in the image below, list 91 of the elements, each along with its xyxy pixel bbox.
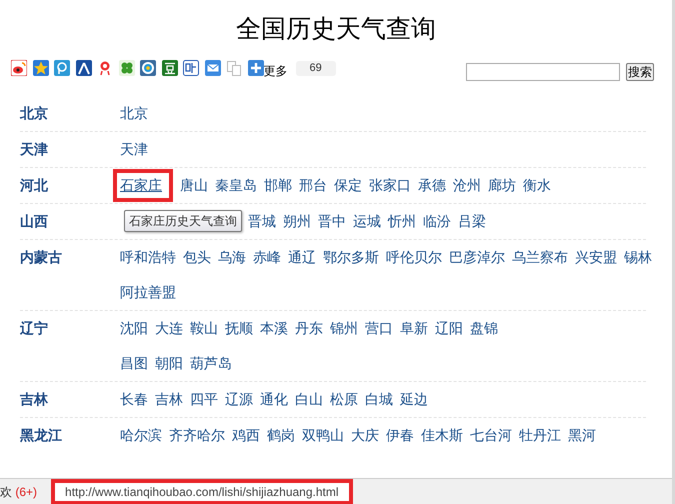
city-link[interactable]: 辽源	[225, 389, 253, 410]
city-link[interactable]: 锦州	[330, 318, 358, 339]
city-link[interactable]: 鹤岗	[267, 425, 295, 446]
city-link[interactable]: 张家口	[369, 175, 411, 196]
city-link[interactable]: 乌海	[218, 247, 246, 268]
status-text: 欢 (6+)	[0, 484, 38, 500]
city-link[interactable]: 牡丹江	[519, 425, 561, 446]
city-link[interactable]: 大庆	[351, 425, 379, 446]
city-link[interactable]: 葫芦岛	[190, 353, 232, 374]
city-link[interactable]: 石家庄	[120, 175, 162, 196]
city-link[interactable]: 齐齐哈尔	[169, 425, 225, 446]
city-link[interactable]: 锡林	[624, 247, 652, 268]
city-link[interactable]: 盘锦	[470, 318, 498, 339]
city-link[interactable]: 包头	[183, 247, 211, 268]
city-link[interactable]: 乌兰察布	[512, 247, 568, 268]
city-link[interactable]: 沈阳	[120, 318, 148, 339]
city-link[interactable]: 巴彦淖尔	[449, 247, 505, 268]
province-label: 河北	[20, 176, 49, 195]
city-link[interactable]: 佳木斯	[421, 425, 463, 446]
city-link[interactable]: 承德	[418, 175, 446, 196]
city-link[interactable]: 抚顺	[225, 318, 253, 339]
province-label: 北京	[20, 104, 49, 123]
city-link[interactable]: 昌图	[120, 353, 148, 374]
p-logo-icon[interactable]	[54, 60, 70, 76]
city-link[interactable]: 阜新	[400, 318, 428, 339]
city-link[interactable]: 营口	[365, 318, 393, 339]
city-link[interactable]: 朝阳	[155, 353, 183, 374]
province-label: 山西	[20, 212, 49, 231]
city-link[interactable]: 双鸭山	[302, 425, 344, 446]
city-link[interactable]: 本溪	[260, 318, 288, 339]
city-link[interactable]: 吕梁	[458, 211, 486, 232]
eye-logo-icon[interactable]	[11, 60, 27, 76]
city-link[interactable]: 临汾	[423, 211, 451, 232]
city-link[interactable]: 白城	[365, 389, 393, 410]
province-label: 黑龙江	[20, 426, 63, 445]
plus-icon[interactable]	[248, 60, 264, 76]
city-link[interactable]: 伊春	[386, 425, 414, 446]
city-link[interactable]: 运城	[353, 211, 381, 232]
city-link[interactable]: 鸡西	[232, 425, 260, 446]
city-link[interactable]: 鞍山	[190, 318, 218, 339]
city-link[interactable]: 七台河	[470, 425, 512, 446]
province-label: 辽宁	[20, 319, 49, 338]
city-link[interactable]: 辽阳	[435, 318, 463, 339]
city-link[interactable]: 忻州	[388, 211, 416, 232]
star-icon[interactable]	[32, 60, 48, 76]
tooltip: 石家庄历史天气查询	[124, 210, 242, 232]
province-label: 内蒙古	[20, 248, 63, 267]
city-link[interactable]: 呼和浩特	[120, 247, 176, 268]
city-link[interactable]: 北京	[120, 103, 148, 124]
city-link[interactable]: 鄂尔多斯	[323, 247, 379, 268]
city-link[interactable]: 邯郸	[264, 175, 292, 196]
clover-icon[interactable]	[118, 60, 134, 76]
city-link[interactable]: 呼伦贝尔	[386, 247, 442, 268]
city-link[interactable]: 兴安盟	[575, 247, 617, 268]
city-link[interactable]: 四平	[190, 389, 218, 410]
city-link[interactable]: 邢台	[299, 175, 327, 196]
envelope-icon[interactable]	[204, 60, 220, 76]
person-logo-icon[interactable]	[76, 60, 92, 76]
search-field[interactable]	[466, 63, 620, 81]
city-link[interactable]: 天津	[120, 139, 148, 160]
city-link[interactable]: 沧州	[453, 175, 481, 196]
city-link[interactable]: 保定	[334, 175, 362, 196]
search-button[interactable]: 搜索	[626, 63, 654, 81]
city-link[interactable]: 白山	[295, 389, 323, 410]
city-link[interactable]: 阿拉善盟	[120, 282, 176, 303]
city-link[interactable]: 哈尔滨	[120, 425, 162, 446]
city-link[interactable]: 赤峰	[253, 247, 281, 268]
city-link[interactable]: 衡水	[523, 175, 551, 196]
city-link[interactable]: 晋中	[318, 211, 346, 232]
city-link[interactable]: 黑河	[568, 425, 596, 446]
city-link[interactable]: 吉林	[155, 389, 183, 410]
city-link[interactable]: 廊坊	[488, 175, 516, 196]
city-link[interactable]: 大连	[155, 318, 183, 339]
city-link[interactable]: 长春	[120, 389, 148, 410]
circle-logo-icon[interactable]	[140, 60, 156, 76]
city-link[interactable]: 通化	[260, 389, 288, 410]
city-link[interactable]: 朔州	[283, 211, 311, 232]
page-title: 全国历史天气查询	[236, 13, 436, 45]
city-link[interactable]: 丹东	[295, 318, 323, 339]
city-link[interactable]: 松原	[330, 389, 358, 410]
city-link[interactable]: 唐山	[180, 175, 208, 196]
city-link[interactable]: 秦皇岛	[215, 175, 257, 196]
province-label: 天津	[20, 140, 49, 159]
city-link[interactable]: 通辽	[288, 247, 316, 268]
more-link[interactable]: 更多	[264, 62, 288, 80]
share-count: 69	[296, 60, 336, 76]
city-link[interactable]: 晋城	[248, 211, 276, 232]
city-link[interactable]: 延边	[400, 389, 428, 410]
bean-logo-icon[interactable]	[162, 60, 178, 76]
province-label: 吉林	[20, 390, 49, 409]
status-url: http://www.tianqihoubao.com/lishi/shijiazhuang.html	[51, 478, 353, 504]
